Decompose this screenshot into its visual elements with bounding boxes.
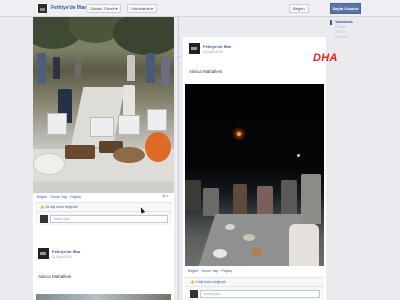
avatar	[190, 290, 198, 298]
post-author-name[interactable]: Fethiye'de İftar	[203, 44, 231, 49]
comment-row: Yorum yaz...	[35, 211, 172, 225]
post-author-avatar[interactable]	[189, 43, 200, 54]
share-count[interactable]: ⧉ 1	[163, 194, 168, 198]
comment-row: Yorum yaz...	[185, 286, 324, 300]
thumbs-up-icon: 👍	[190, 280, 195, 284]
share-link[interactable]: Paylaş	[221, 269, 232, 273]
chevron-down-icon: ▾	[115, 6, 118, 11]
thumbs-up-icon: 👍	[40, 205, 45, 209]
page-like-button[interactable]: Beğen	[289, 4, 309, 13]
timeline-dropdown[interactable]: Zaman Tüneli▾	[86, 4, 122, 13]
like-link[interactable]: Beğen	[37, 195, 47, 199]
timeline-dot	[176, 55, 181, 60]
page-topbar: Fethiye'de İftar Zaman Tüneli▾ Yakınlard…	[0, 0, 400, 17]
comment-link[interactable]: Yorum Yap	[50, 195, 67, 199]
nearby-dropdown-label: Yakınlarda	[131, 6, 150, 11]
likes-summary: 👍 4 kişi bunu beğendi	[185, 277, 324, 286]
post-text: Alarca Mahallesi	[189, 69, 223, 74]
likes-summary-text[interactable]: 10 kişi bunu beğendi	[45, 205, 77, 209]
post-date[interactable]: 11 Eylül 2013	[203, 50, 223, 54]
avatar	[40, 215, 48, 223]
like-link[interactable]: Beğen	[188, 269, 198, 273]
timeline-dropdown-label: Zaman Tüneli	[90, 6, 115, 11]
create-page-button[interactable]: Sayfa Olustur	[330, 3, 361, 14]
second-post-photo[interactable]	[36, 294, 171, 300]
right-post-actions: Beğen·Yorum Yap·Paylaş	[188, 269, 232, 273]
likes-summary: 👍 10 kişi bunu beğendi	[35, 202, 172, 211]
night-iftar-photo[interactable]	[185, 84, 324, 266]
post-author-avatar[interactable]	[38, 248, 49, 259]
nearby-dropdown[interactable]: Yakınlarda▾	[127, 4, 157, 13]
post-date[interactable]: 11 Eylül 2013	[52, 255, 72, 259]
page-name-link[interactable]: Fethiye'de İftar	[51, 5, 86, 11]
left-post-actions: Beğen·Yorum Yap·Paylaş	[37, 195, 81, 199]
post-text: Alarca Mahallesi	[38, 274, 72, 279]
share-link[interactable]: Paylaş	[70, 195, 81, 199]
timeline-sidebar: Yakınlarda Güncel 2013 Kurulus	[330, 20, 370, 40]
iftar-table-photo[interactable]	[33, 17, 174, 193]
second-post: Fethiye'de İftar 11 Eylül 2013 Alarca Ma…	[33, 243, 174, 300]
page-avatar[interactable]	[37, 3, 48, 14]
chevron-down-icon: ▾	[150, 6, 153, 11]
comment-input[interactable]: Yorum yaz...	[200, 290, 320, 298]
right-post: Fethiye'de İftar 11 Eylül 2013 Alarca Ma…	[183, 37, 326, 300]
dha-logo: DHA	[313, 52, 338, 64]
comment-link[interactable]: Yorum Yap	[201, 269, 218, 273]
sidebar-item-founded[interactable]: Kurulus	[330, 35, 370, 40]
post-author-name[interactable]: Fethiye'de İftar	[52, 249, 80, 254]
share-count-value: 1	[166, 194, 168, 198]
comment-input[interactable]: Yorum yaz...	[50, 215, 168, 223]
share-icon: ⧉	[162, 194, 166, 198]
likes-summary-text[interactable]: 4 kişi bunu beğendi	[195, 280, 225, 284]
